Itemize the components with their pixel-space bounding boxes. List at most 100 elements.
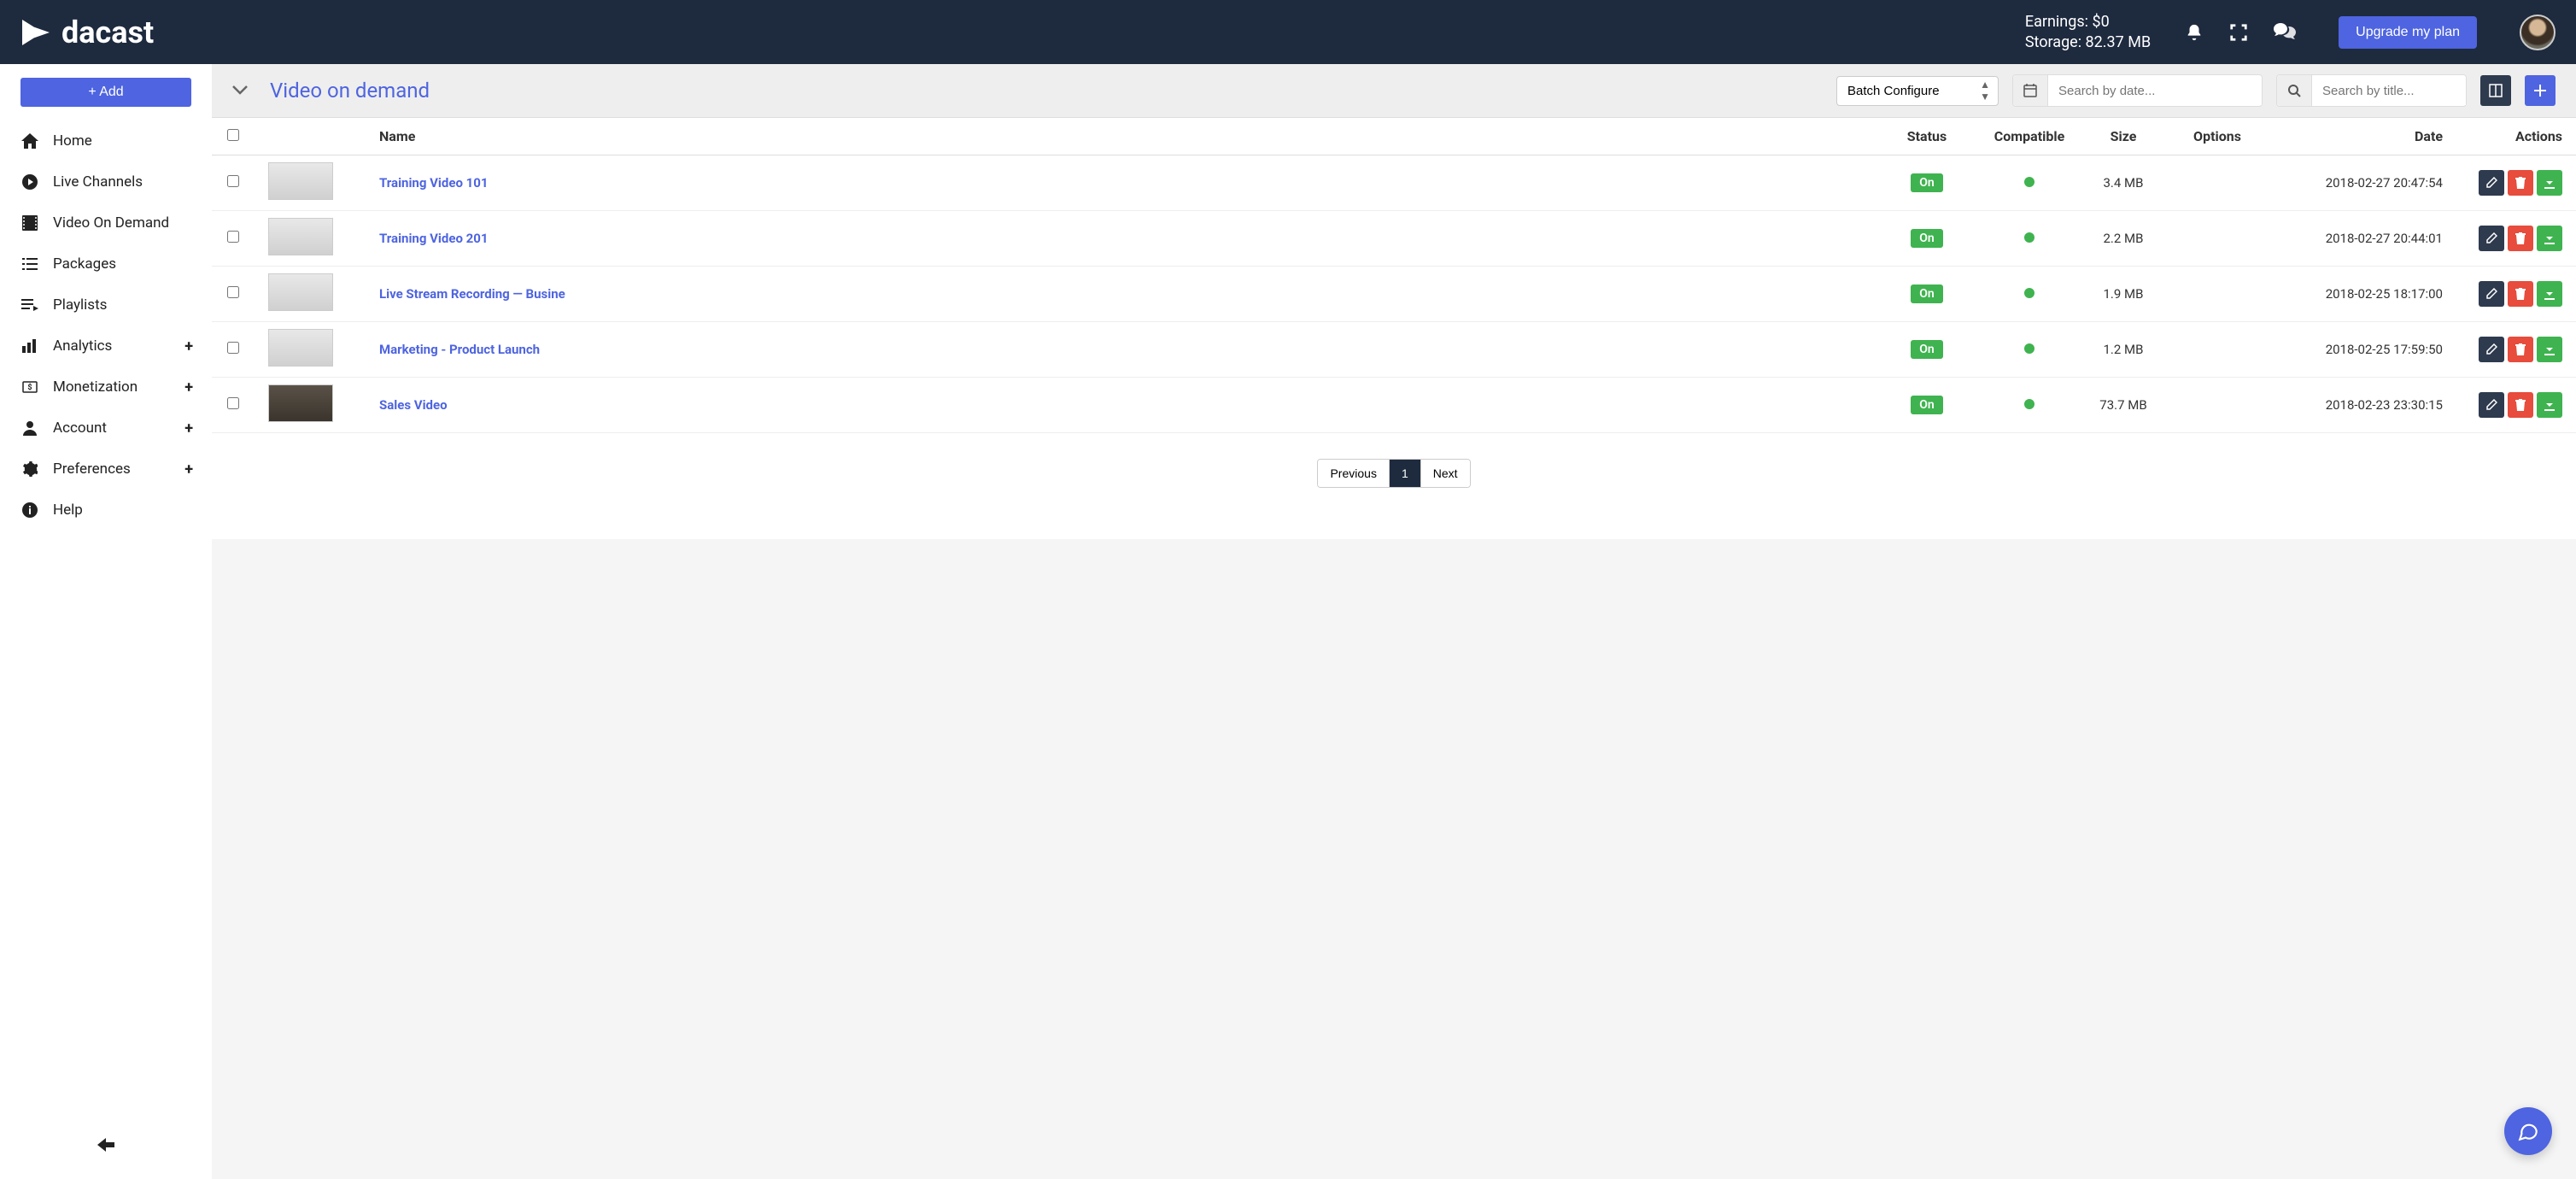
col-date: Date bbox=[2269, 118, 2456, 155]
options-cell bbox=[2166, 378, 2269, 433]
home-icon bbox=[20, 133, 39, 149]
edit-button[interactable] bbox=[2479, 392, 2504, 418]
download-button[interactable] bbox=[2537, 226, 2562, 251]
date-cell: 2018-02-25 18:17:00 bbox=[2269, 267, 2456, 322]
compatible-indicator bbox=[2024, 232, 2034, 243]
sidebar-item-live-channels[interactable]: Live Channels bbox=[0, 161, 212, 202]
delete-button[interactable] bbox=[2508, 170, 2533, 196]
list-icon bbox=[20, 258, 39, 270]
search-title-input[interactable] bbox=[2312, 77, 2466, 105]
chat-icon[interactable] bbox=[2274, 23, 2296, 42]
add-video-button[interactable] bbox=[2525, 75, 2556, 106]
download-button[interactable] bbox=[2537, 170, 2562, 196]
next-page-button[interactable]: Next bbox=[1421, 460, 1470, 487]
compatible-indicator bbox=[2024, 399, 2034, 409]
expand-icon: + bbox=[184, 419, 193, 437]
sidebar-item-home[interactable]: Home bbox=[0, 120, 212, 161]
options-cell bbox=[2166, 267, 2269, 322]
video-name-link[interactable]: Marketing - Product Launch bbox=[379, 342, 540, 357]
page-1-button[interactable]: 1 bbox=[1390, 460, 1421, 487]
sidebar-item-video-on-demand[interactable]: Video On Demand bbox=[0, 202, 212, 243]
sidebar-item-label: Monetization bbox=[53, 378, 138, 396]
download-button[interactable] bbox=[2537, 392, 2562, 418]
delete-button[interactable] bbox=[2508, 337, 2533, 362]
video-name-link[interactable]: Live Stream Recording — Busine bbox=[379, 286, 565, 302]
sidebar-item-packages[interactable]: Packages bbox=[0, 243, 212, 284]
dollar-icon: $ bbox=[20, 381, 39, 393]
user-icon bbox=[20, 420, 39, 436]
main-content: Video on demand Batch Configure ▲▼ bbox=[212, 64, 2576, 1179]
sidebar-item-account[interactable]: Account + bbox=[0, 408, 212, 449]
brand-text: dacast bbox=[61, 15, 154, 50]
date-cell: 2018-02-27 20:44:01 bbox=[2269, 211, 2456, 267]
download-button[interactable] bbox=[2537, 337, 2562, 362]
chat-fab[interactable] bbox=[2504, 1107, 2552, 1155]
compatible-indicator bbox=[2024, 177, 2034, 187]
status-badge: On bbox=[1911, 229, 1942, 248]
date-cell: 2018-02-25 17:59:50 bbox=[2269, 322, 2456, 378]
sidebar-item-label: Home bbox=[53, 132, 92, 150]
size-cell: 1.9 MB bbox=[2081, 267, 2166, 322]
upgrade-button[interactable]: Upgrade my plan bbox=[2339, 16, 2477, 49]
brand-logo[interactable]: dacast bbox=[20, 15, 154, 50]
video-thumbnail[interactable] bbox=[268, 273, 333, 311]
batch-configure-select[interactable]: Batch Configure bbox=[1836, 76, 1999, 106]
sidebar-item-monetization[interactable]: $Monetization+ bbox=[0, 367, 212, 408]
options-cell bbox=[2166, 322, 2269, 378]
download-button[interactable] bbox=[2537, 281, 2562, 307]
delete-button[interactable] bbox=[2508, 281, 2533, 307]
row-checkbox[interactable] bbox=[227, 231, 239, 243]
row-checkbox[interactable] bbox=[227, 175, 239, 187]
search-date-input[interactable] bbox=[2048, 77, 2262, 105]
edit-button[interactable] bbox=[2479, 170, 2504, 196]
options-cell bbox=[2166, 211, 2269, 267]
info-icon bbox=[20, 502, 39, 518]
edit-button[interactable] bbox=[2479, 281, 2504, 307]
collapse-sidebar-button[interactable] bbox=[0, 1128, 212, 1165]
row-checkbox[interactable] bbox=[227, 342, 239, 354]
video-thumbnail[interactable] bbox=[268, 329, 333, 367]
video-thumbnail[interactable] bbox=[268, 384, 333, 422]
sidebar-item-analytics[interactable]: Analytics+ bbox=[0, 326, 212, 367]
delete-button[interactable] bbox=[2508, 226, 2533, 251]
sidebar-item-label: Account bbox=[53, 419, 107, 437]
fullscreen-icon[interactable] bbox=[2229, 23, 2248, 42]
account-usage: Earnings: $0 Storage: 82.37 MB bbox=[2025, 12, 2151, 52]
select-all-checkbox[interactable] bbox=[227, 129, 239, 141]
row-checkbox[interactable] bbox=[227, 286, 239, 298]
col-status: Status bbox=[1876, 118, 1978, 155]
compatible-indicator bbox=[2024, 343, 2034, 354]
top-bar: dacast Earnings: $0 Storage: 82.37 MB Up… bbox=[0, 0, 2576, 64]
search-date-group bbox=[2012, 74, 2263, 107]
row-checkbox[interactable] bbox=[227, 397, 239, 409]
sidebar-item-help[interactable]: Help bbox=[0, 490, 212, 531]
video-thumbnail[interactable] bbox=[268, 162, 333, 200]
sidebar-item-label: Playlists bbox=[53, 296, 107, 314]
columns-button[interactable] bbox=[2480, 75, 2511, 106]
status-badge: On bbox=[1911, 396, 1942, 414]
video-name-link[interactable]: Training Video 101 bbox=[379, 175, 488, 191]
expand-icon: + bbox=[184, 337, 193, 355]
video-name-link[interactable]: Sales Video bbox=[379, 397, 448, 413]
prev-page-button[interactable]: Previous bbox=[1318, 460, 1389, 487]
chevron-down-icon[interactable] bbox=[232, 83, 248, 99]
bell-icon[interactable] bbox=[2185, 23, 2204, 42]
edit-button[interactable] bbox=[2479, 337, 2504, 362]
size-cell: 3.4 MB bbox=[2081, 155, 2166, 211]
sidebar-item-preferences[interactable]: Preferences+ bbox=[0, 449, 212, 490]
page-title: Video on demand bbox=[270, 79, 430, 103]
table-row: Training Video 101On3.4 MB2018-02-27 20:… bbox=[212, 155, 2576, 211]
add-button[interactable]: + Add bbox=[20, 78, 191, 107]
col-size: Size bbox=[2081, 118, 2166, 155]
edit-button[interactable] bbox=[2479, 226, 2504, 251]
search-icon[interactable] bbox=[2277, 75, 2312, 106]
delete-button[interactable] bbox=[2508, 392, 2533, 418]
sidebar-item-playlists[interactable]: Playlists bbox=[0, 284, 212, 326]
calendar-icon[interactable] bbox=[2013, 75, 2048, 106]
size-cell: 1.2 MB bbox=[2081, 322, 2166, 378]
video-name-link[interactable]: Training Video 201 bbox=[379, 231, 488, 246]
avatar[interactable] bbox=[2520, 15, 2556, 50]
size-cell: 73.7 MB bbox=[2081, 378, 2166, 433]
video-thumbnail[interactable] bbox=[268, 218, 333, 255]
sidebar: + Add Home Live ChannelsVideo On DemandPa… bbox=[0, 64, 212, 1179]
